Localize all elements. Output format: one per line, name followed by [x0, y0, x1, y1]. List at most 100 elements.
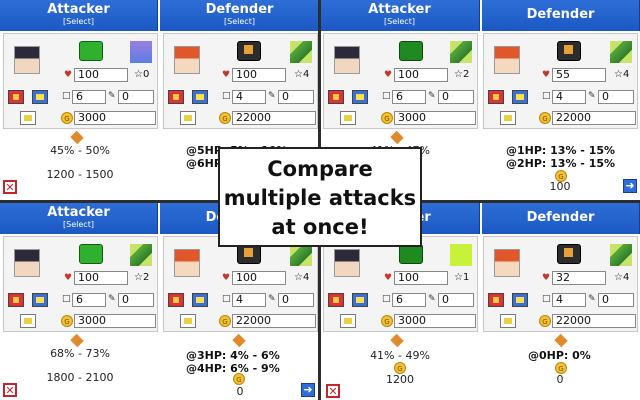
- power-icon[interactable]: [32, 90, 48, 104]
- unit-soldier-icon[interactable]: [399, 244, 423, 264]
- attacker-header[interactable]: Attacker [Select]: [0, 203, 158, 234]
- terrain-icon[interactable]: [450, 41, 472, 63]
- defender-header[interactable]: Defender: [482, 203, 640, 234]
- tower-input[interactable]: 4: [232, 90, 266, 104]
- power-icon[interactable]: [32, 293, 48, 307]
- terrain-icon[interactable]: [290, 244, 312, 266]
- co-portrait[interactable]: [334, 46, 360, 74]
- unit-tank-icon[interactable]: [79, 244, 103, 264]
- select-link[interactable]: [Select]: [0, 220, 157, 230]
- tower2-input[interactable]: 0: [278, 293, 314, 307]
- flag-icon[interactable]: [340, 111, 356, 125]
- coin-icon: G: [61, 315, 73, 327]
- tower-input[interactable]: 6: [392, 293, 426, 307]
- co-portrait[interactable]: [334, 249, 360, 277]
- close-button[interactable]: ✕: [326, 384, 340, 398]
- co-icon[interactable]: [328, 90, 344, 104]
- select-link[interactable]: [Select]: [0, 17, 157, 27]
- next-arrow-button[interactable]: ➜: [301, 383, 315, 397]
- unit-infantry-icon[interactable]: [237, 41, 261, 61]
- flag-icon[interactable]: [500, 111, 516, 125]
- co-icon[interactable]: [168, 90, 184, 104]
- co-portrait[interactable]: [494, 249, 520, 277]
- power-icon[interactable]: [192, 293, 208, 307]
- defender-header[interactable]: Defender: [482, 0, 640, 31]
- hp-input[interactable]: 100: [74, 68, 128, 82]
- power-icon[interactable]: [512, 293, 528, 307]
- co-icon[interactable]: [168, 293, 184, 307]
- sword-icon: [554, 333, 568, 348]
- flag-icon[interactable]: [180, 111, 196, 125]
- terrain-icon[interactable]: [130, 244, 152, 266]
- hp-input[interactable]: 100: [232, 271, 286, 285]
- power-icon[interactable]: [352, 293, 368, 307]
- co-icon[interactable]: [328, 293, 344, 307]
- flag-icon[interactable]: [20, 314, 36, 328]
- unit-infantry-icon[interactable]: [557, 244, 581, 264]
- attacker-header[interactable]: Attacker [Select]: [320, 0, 480, 31]
- co-icon[interactable]: [8, 90, 24, 104]
- flag-icon[interactable]: [500, 314, 516, 328]
- tower2-input[interactable]: 0: [118, 90, 154, 104]
- select-link[interactable]: [Select]: [320, 17, 479, 27]
- co-portrait[interactable]: [174, 249, 200, 277]
- funds-input[interactable]: 3000: [74, 111, 156, 125]
- co-portrait[interactable]: [14, 249, 40, 277]
- funds-input[interactable]: 3000: [394, 314, 476, 328]
- flag-icon[interactable]: [20, 111, 36, 125]
- select-link[interactable]: [Select]: [160, 17, 319, 27]
- co-portrait[interactable]: [494, 46, 520, 74]
- terrain-icon[interactable]: [130, 41, 152, 63]
- close-button[interactable]: ✕: [3, 383, 17, 397]
- next-arrow-button[interactable]: ➜: [623, 179, 637, 193]
- power-icon[interactable]: [512, 90, 528, 104]
- funds-input[interactable]: 22000: [552, 111, 636, 125]
- tower-input[interactable]: 4: [552, 90, 586, 104]
- funds-input[interactable]: 22000: [232, 314, 316, 328]
- power-icon[interactable]: [192, 90, 208, 104]
- unit-infantry-icon[interactable]: [557, 41, 581, 61]
- terrain-icon[interactable]: [450, 244, 472, 266]
- tower-input[interactable]: 6: [392, 90, 426, 104]
- tower2-input[interactable]: 0: [598, 293, 634, 307]
- close-button[interactable]: ✕: [3, 180, 17, 194]
- terrain-icon[interactable]: [610, 244, 632, 266]
- tower2-input[interactable]: 0: [598, 90, 634, 104]
- attacker-title: Attacker: [368, 2, 431, 17]
- tower2-input[interactable]: 0: [438, 90, 474, 104]
- power-icon[interactable]: [352, 90, 368, 104]
- hp-input[interactable]: 100: [74, 271, 128, 285]
- hp-input[interactable]: 32: [552, 271, 606, 285]
- unit-tank-icon[interactable]: [79, 41, 103, 61]
- co-icon[interactable]: [488, 293, 504, 307]
- unit-infantry-icon[interactable]: [237, 244, 261, 264]
- tower-input[interactable]: 6: [72, 90, 106, 104]
- unit-soldier-icon[interactable]: [399, 41, 423, 61]
- funds-input[interactable]: 22000: [552, 314, 636, 328]
- tower-input[interactable]: 4: [232, 293, 266, 307]
- flag-icon[interactable]: [340, 314, 356, 328]
- tower-input[interactable]: 6: [72, 293, 106, 307]
- tower-input[interactable]: 4: [552, 293, 586, 307]
- co-portrait[interactable]: [174, 46, 200, 74]
- hp-input[interactable]: 55: [552, 68, 606, 82]
- funds-input[interactable]: 22000: [232, 111, 316, 125]
- attacker-header[interactable]: Attacker [Select]: [0, 0, 158, 31]
- co-icon[interactable]: [488, 90, 504, 104]
- tower2-input[interactable]: 0: [278, 90, 314, 104]
- funds-input[interactable]: 3000: [74, 314, 156, 328]
- defender-header[interactable]: Defender [Select]: [160, 0, 320, 31]
- funds-input[interactable]: 3000: [394, 111, 476, 125]
- hp-input[interactable]: 100: [394, 68, 448, 82]
- co-portrait[interactable]: [14, 46, 40, 74]
- co-icon[interactable]: [8, 293, 24, 307]
- flag-icon[interactable]: [180, 314, 196, 328]
- tower2-input[interactable]: 0: [438, 293, 474, 307]
- terrain-icon[interactable]: [290, 41, 312, 63]
- terrain-icon[interactable]: [610, 41, 632, 63]
- coin-icon: G: [381, 112, 393, 124]
- tower2-input[interactable]: 0: [118, 293, 154, 307]
- hp-input[interactable]: 100: [232, 68, 286, 82]
- hp-input[interactable]: 100: [394, 271, 448, 285]
- star-icon: ☆1: [454, 272, 470, 283]
